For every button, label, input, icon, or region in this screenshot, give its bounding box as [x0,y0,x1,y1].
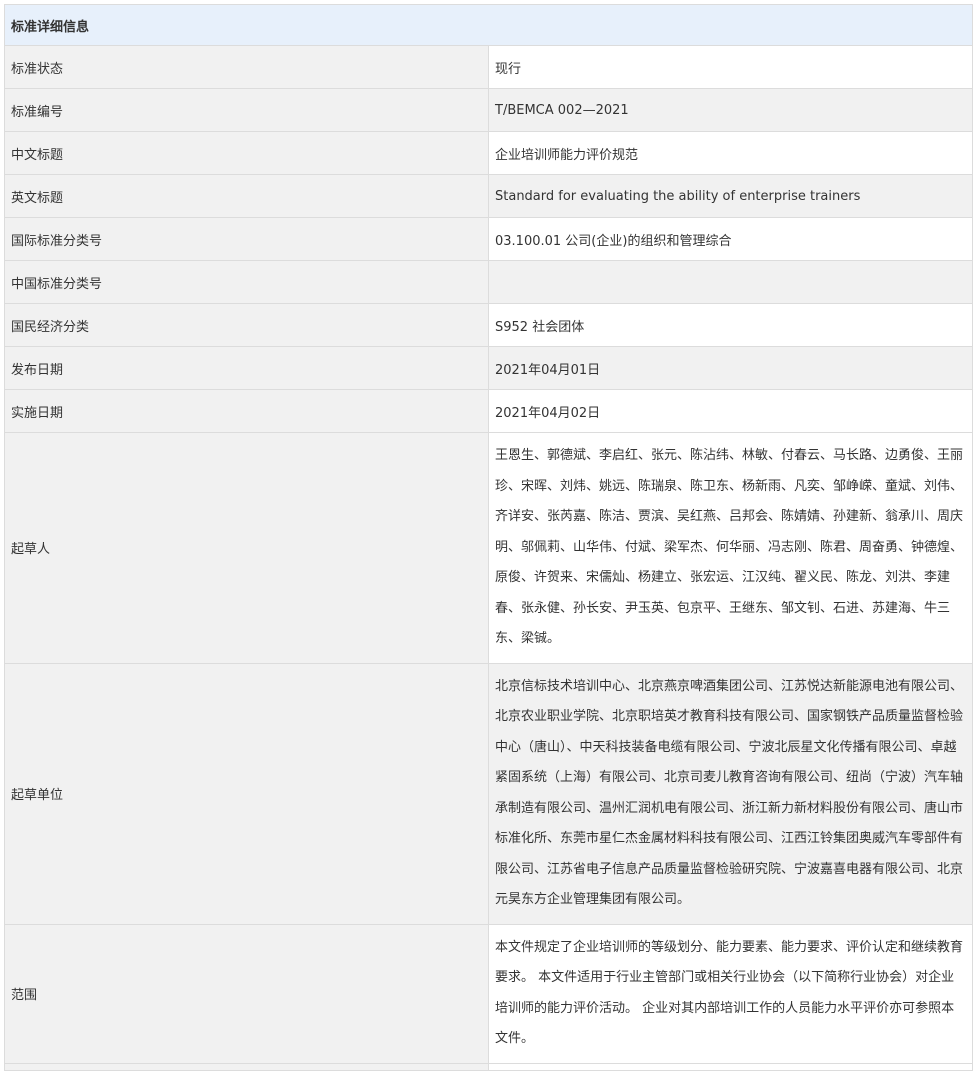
row-label: 起草单位 [4,662,489,925]
row-value: S952 社会团体 [488,303,973,347]
standard-detail-table: 标准详细信息 标准状态 现行 标准编号 T/BEMCA 002—2021 中文标… [4,4,973,1071]
row-label [4,1062,489,1071]
row-label: 范围 [4,923,489,1064]
row-label: 国际标准分类号 [4,217,489,261]
row-label: 英文标题 [4,174,489,218]
row-value: 现行 [488,45,973,89]
row-value: 03.100.01 公司(企业)的组织和管理综合 [488,217,973,261]
row-value: T/BEMCA 002—2021 [488,88,973,132]
row-drafting-units: 起草单位 北京信标技术培训中心、北京燕京啤酒集团公司、江苏悦达新能源电池有限公司… [4,662,973,925]
row-status: 标准状态 现行 [4,45,973,89]
row-ccs: 中国标准分类号 [4,260,973,304]
row-label: 标准编号 [4,88,489,132]
row-value [488,260,973,304]
row-effective-date: 实施日期 2021年04月02日 [4,389,973,433]
row-label: 实施日期 [4,389,489,433]
row-label: 起草人 [4,432,489,664]
section-title: 标准详细信息 [4,4,973,46]
row-english-title: 英文标题 Standard for evaluating the ability… [4,174,973,218]
row-partial [4,1062,973,1071]
row-scope: 范围 本文件规定了企业培训师的等级划分、能力要素、能力要求、评价认定和继续教育要… [4,923,973,1064]
row-chinese-title: 中文标题 企业培训师能力评价规范 [4,131,973,175]
row-economy-class: 国民经济分类 S952 社会团体 [4,303,973,347]
row-ics: 国际标准分类号 03.100.01 公司(企业)的组织和管理综合 [4,217,973,261]
row-label: 国民经济分类 [4,303,489,347]
row-label: 发布日期 [4,346,489,390]
section-header-row: 标准详细信息 [4,4,973,46]
row-label: 标准状态 [4,45,489,89]
row-value: 2021年04月02日 [488,389,973,433]
row-publish-date: 发布日期 2021年04月01日 [4,346,973,390]
row-value [488,1062,973,1071]
row-label: 中国标准分类号 [4,260,489,304]
row-value: 北京信标技术培训中心、北京燕京啤酒集团公司、江苏悦达新能源电池有限公司、北京农业… [488,662,973,925]
row-standard-number: 标准编号 T/BEMCA 002—2021 [4,88,973,132]
row-value: 2021年04月01日 [488,346,973,390]
row-value: 王恩生、郭德斌、李启红、张元、陈沾纬、林敏、付春云、马长路、边勇俊、王丽珍、宋晖… [488,432,973,664]
row-value: Standard for evaluating the ability of e… [488,174,973,218]
row-value: 企业培训师能力评价规范 [488,131,973,175]
row-drafters: 起草人 王恩生、郭德斌、李启红、张元、陈沾纬、林敏、付春云、马长路、边勇俊、王丽… [4,432,973,664]
row-label: 中文标题 [4,131,489,175]
standard-detail-panel: 标准详细信息 标准状态 现行 标准编号 T/BEMCA 002—2021 中文标… [4,4,973,1071]
row-value: 本文件规定了企业培训师的等级划分、能力要素、能力要求、评价认定和继续教育要求。 … [488,923,973,1064]
